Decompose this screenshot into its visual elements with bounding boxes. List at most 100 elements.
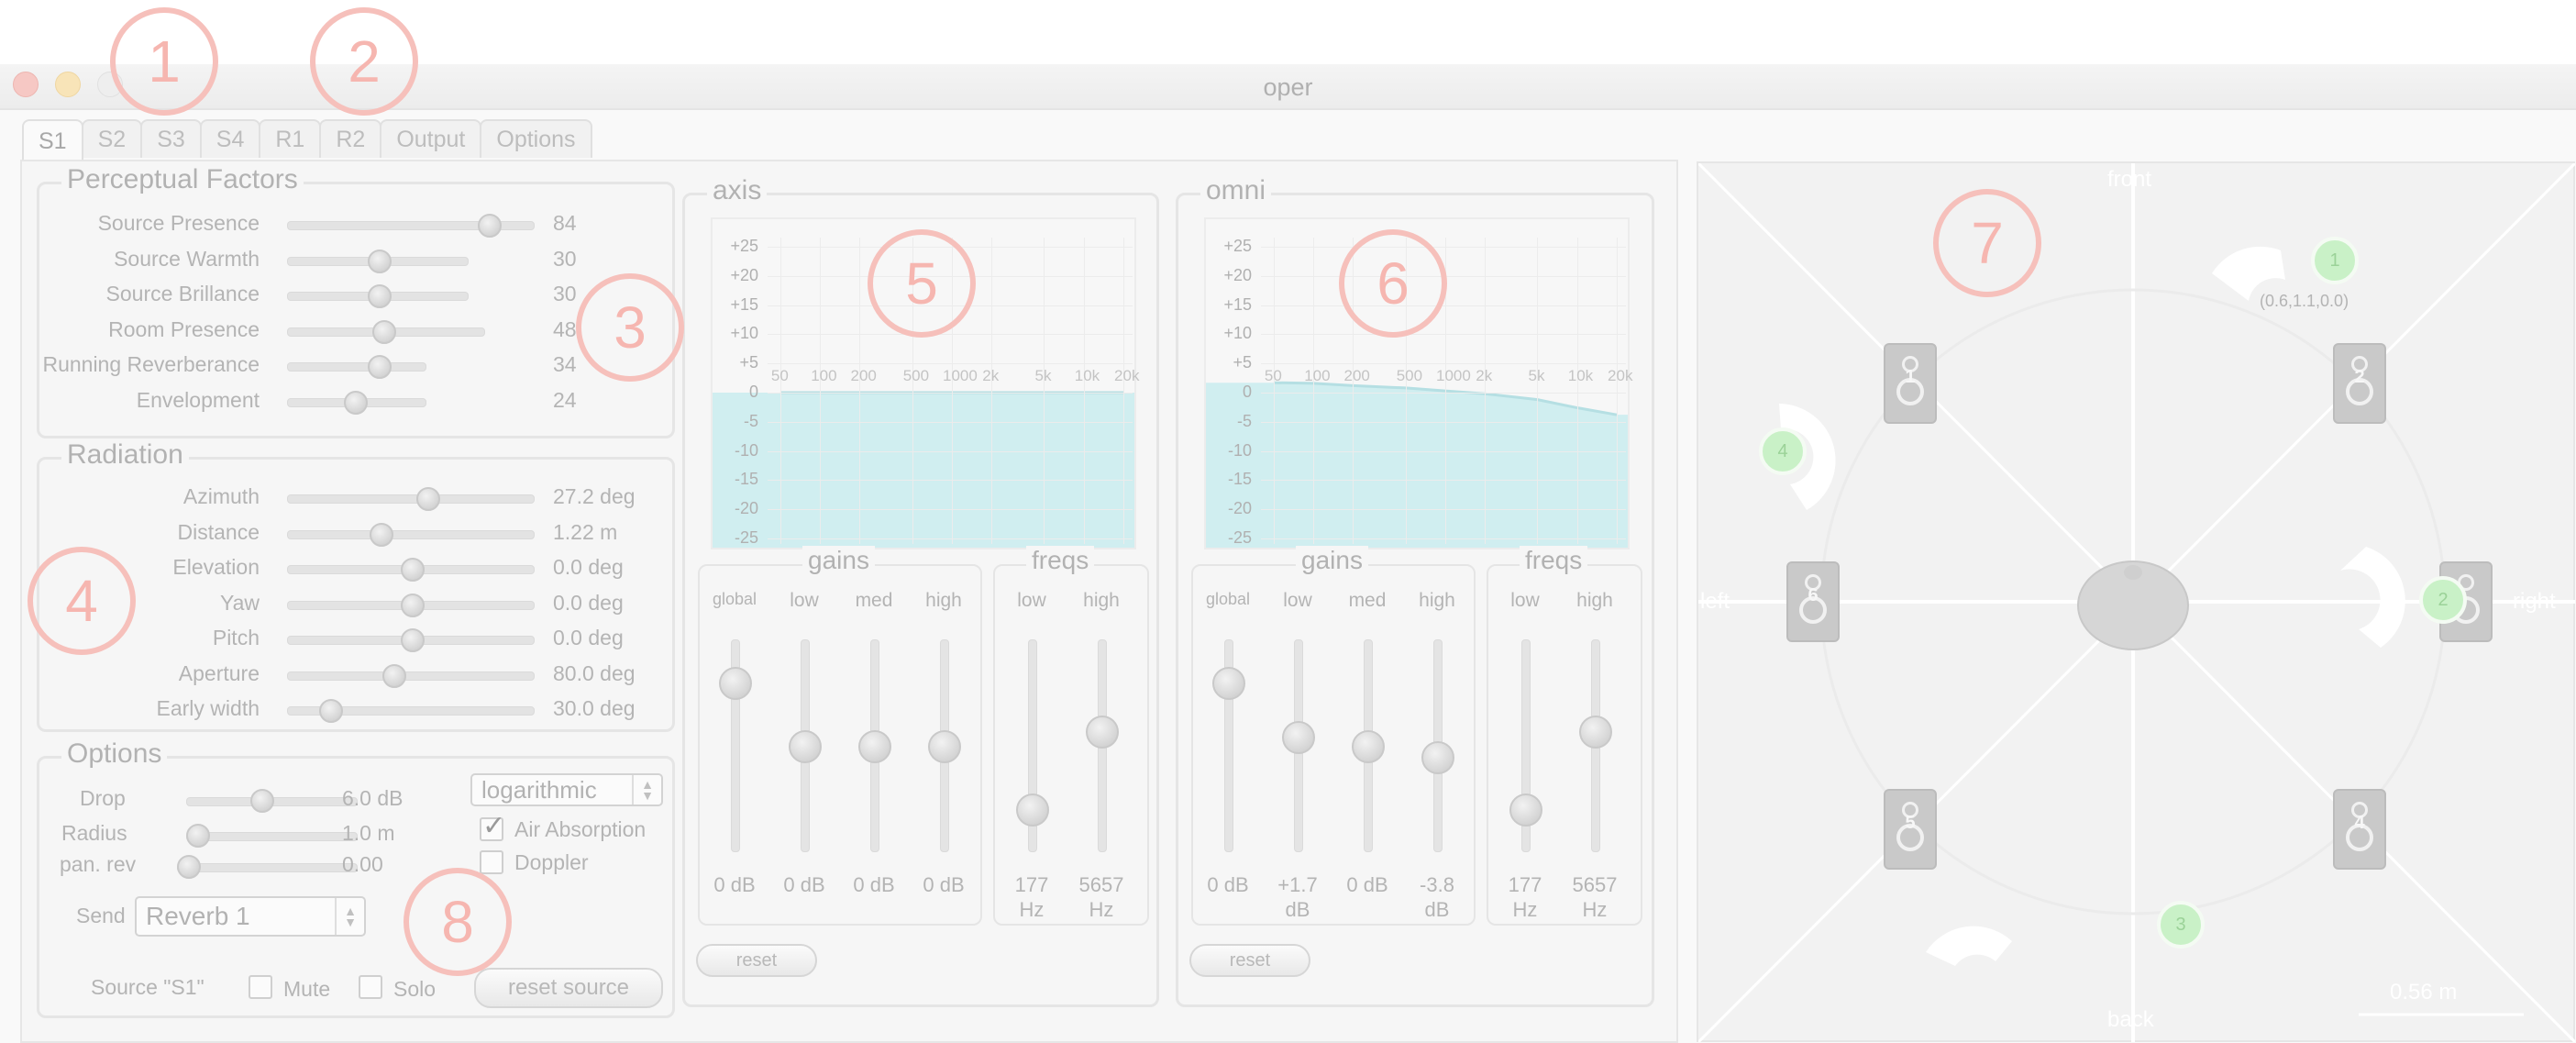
axis-gain-label: med <box>855 590 893 611</box>
air-absorption-checkbox[interactable]: ✓ <box>480 811 505 841</box>
pan-rev-slider[interactable] <box>149 850 370 882</box>
tab-r2[interactable]: R2 <box>319 119 382 158</box>
freq-tick-label: 200 <box>1343 367 1370 385</box>
axis-gain-slider-knob[interactable] <box>719 666 752 700</box>
grid-line <box>1617 238 1619 544</box>
omni-gain-slider-knob[interactable] <box>1212 666 1245 700</box>
perceptual-factor-slider-knob[interactable] <box>372 319 396 344</box>
drop-mode-select[interactable]: logarithmic ▲ ▼ <box>470 773 663 806</box>
omni-gain-slider-knob[interactable] <box>1282 721 1315 755</box>
solo-label: Solo <box>393 977 437 1001</box>
radiation-param-slider-knob[interactable] <box>370 522 393 547</box>
omni-freq-label: low <box>1510 590 1540 611</box>
radiation-title: Radiation <box>61 439 189 471</box>
radius-slider-knob[interactable] <box>186 824 210 848</box>
updown-arrows-icon: ▲ ▼ <box>632 775 661 804</box>
radiation-param-slider[interactable] <box>287 558 535 582</box>
grid-line <box>1261 480 1626 482</box>
radiation-param-slider[interactable] <box>287 699 535 723</box>
perceptual-factor-slider-knob[interactable] <box>368 284 392 308</box>
omni-freq-slider-knob[interactable] <box>1579 716 1612 749</box>
tab-s3[interactable]: S3 <box>140 119 202 158</box>
perceptual-factor-slider[interactable] <box>287 249 469 273</box>
axis-freq-slider-knob[interactable] <box>1086 716 1119 749</box>
radiation-param-label: Early width <box>156 696 260 720</box>
perceptual-factor-value: 30 <box>553 282 577 305</box>
perceptual-factor-slider-knob[interactable] <box>368 355 392 379</box>
source-2-marker[interactable]: 2 <box>2419 576 2467 624</box>
omni-gains-title: gains <box>1296 546 1368 575</box>
perceptual-factor-value: 30 <box>553 246 577 271</box>
radius-value: 1.0 m <box>342 821 395 845</box>
radiation-param-slider[interactable] <box>287 593 535 617</box>
radiation-param-slider-knob[interactable] <box>382 663 406 688</box>
radius-slider[interactable] <box>149 819 370 850</box>
radiation-param-slider[interactable] <box>287 663 535 688</box>
tab-s4[interactable]: S4 <box>199 119 261 158</box>
spatial-view[interactable]: front back left right 0.56 m (0.6,1.1,0.… <box>1697 161 2575 1042</box>
axis-gain-slider-knob[interactable] <box>858 730 891 763</box>
radiation-param-slider[interactable] <box>287 487 535 511</box>
reset-source-button[interactable]: reset source <box>474 968 663 1008</box>
omni-gain-slider-knob[interactable] <box>1352 730 1385 763</box>
perceptual-factor-slider[interactable] <box>287 214 535 238</box>
perceptual-factor-slider[interactable] <box>287 319 485 344</box>
tab-options[interactable]: Options <box>480 119 592 158</box>
db-tick-label: -5 <box>1236 411 1252 430</box>
axis-reset-button[interactable]: reset <box>696 944 817 977</box>
perceptual-factor-slider[interactable] <box>287 284 469 308</box>
perceptual-factor-label: Running Reverberance <box>42 352 260 376</box>
db-tick-label: -15 <box>734 470 758 489</box>
freq-tick-label: 20k <box>1114 367 1140 385</box>
source-1-marker[interactable]: 1 <box>2311 237 2359 284</box>
perceptual-factor-slider-knob[interactable] <box>478 214 502 238</box>
radiation-param-slider-knob[interactable] <box>401 628 425 652</box>
pan-rev-slider-knob[interactable] <box>177 855 201 879</box>
axis-gain-value: 0 dB <box>713 873 756 896</box>
tab-s1[interactable]: S1 <box>22 119 83 161</box>
speaker-4[interactable]: 4 <box>2333 789 2386 870</box>
omni-gain-slider-knob[interactable] <box>1421 740 1454 774</box>
doppler-checkbox[interactable] <box>480 850 503 874</box>
speaker-5[interactable]: 5 <box>1884 789 1937 870</box>
pan-rev-label: pan. rev <box>60 852 137 876</box>
perceptual-factor-slider[interactable] <box>287 390 426 415</box>
radiation-param-slider-knob[interactable] <box>401 593 425 617</box>
tab-output[interactable]: Output <box>380 119 482 158</box>
perceptual-factor-label: Source Warmth <box>114 246 260 271</box>
perceptual-factor-slider-knob[interactable] <box>368 249 392 273</box>
speaker-6[interactable]: 6 <box>1786 561 1840 642</box>
perceptual-factor-value: 34 <box>553 352 577 376</box>
source-4-marker[interactable]: 4 <box>1759 427 1807 475</box>
perceptual-factor-slider-knob[interactable] <box>344 390 368 415</box>
annotation-7: 7 <box>1933 189 2041 297</box>
mute-checkbox[interactable] <box>249 975 272 999</box>
radiation-param-row: Elevation 0.0 deg <box>39 552 672 583</box>
drop-slider-knob[interactable] <box>250 789 274 813</box>
axis-gain-slider-knob[interactable] <box>789 730 822 763</box>
grid-line <box>768 480 1133 482</box>
db-tick-label: +5 <box>1233 353 1252 372</box>
grid-line <box>1123 238 1125 544</box>
radiation-param-slider-knob[interactable] <box>401 558 425 582</box>
axis-gain-slider-knob[interactable] <box>928 730 961 763</box>
omni-reset-button[interactable]: reset <box>1189 944 1310 977</box>
radiation-param-slider-knob[interactable] <box>416 487 440 511</box>
annotation-5: 5 <box>868 229 976 338</box>
radiation-param-slider-knob[interactable] <box>319 699 343 723</box>
solo-checkbox[interactable] <box>359 975 382 999</box>
tab-r1[interactable]: R1 <box>259 119 322 158</box>
radiation-param-slider[interactable] <box>287 522 535 547</box>
drop-slider[interactable] <box>149 784 370 816</box>
speaker-1[interactable]: 1 <box>1884 343 1937 424</box>
speaker-2[interactable]: 2 <box>2333 343 2386 424</box>
source-3-marker[interactable]: 3 <box>2157 901 2205 949</box>
radiation-param-slider[interactable] <box>287 628 535 652</box>
perceptual-factor-slider[interactable] <box>287 355 426 379</box>
omni-freq-slider-knob[interactable] <box>1509 793 1542 827</box>
freq-tick-label: 10k <box>1567 367 1594 385</box>
tab-s2[interactable]: S2 <box>81 119 143 158</box>
axis-freq-slider-knob[interactable] <box>1016 793 1049 827</box>
radiation-param-label: Aperture <box>178 660 260 685</box>
send-select[interactable]: Reverb 1 ▲ ▼ <box>135 896 366 937</box>
